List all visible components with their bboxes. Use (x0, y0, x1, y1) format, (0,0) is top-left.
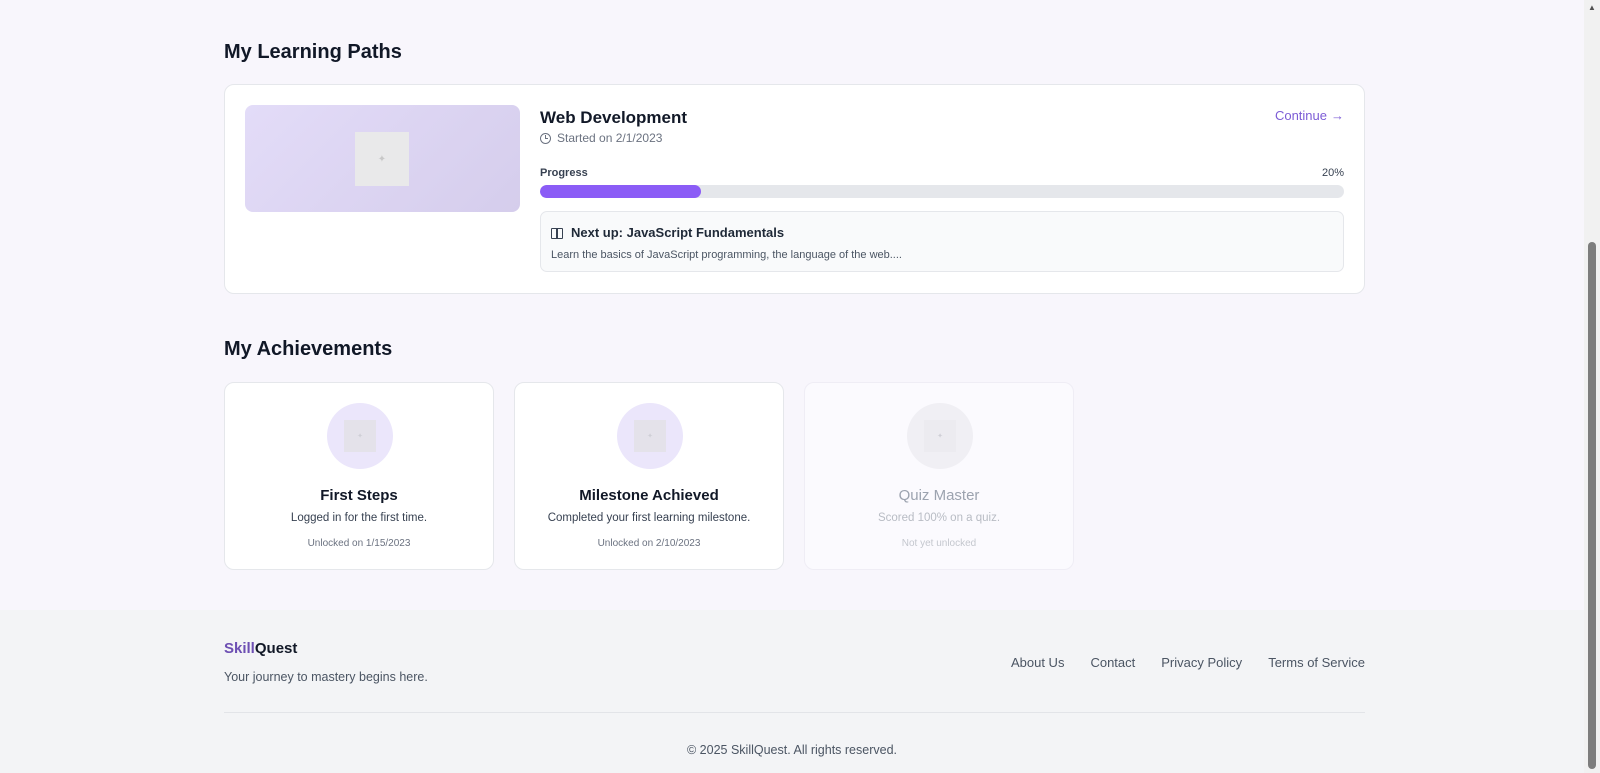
achievement-description: Scored 100% on a quiz. (877, 512, 1001, 524)
achievement-description: Completed your first learning milestone. (547, 512, 751, 524)
achievement-badge: ✦ (907, 403, 973, 469)
path-started-date: Started on 2/1/2023 (540, 131, 662, 145)
progress-label: Progress (540, 167, 588, 179)
next-up-title: Next up: JavaScript Fundamentals (571, 225, 785, 240)
learning-path-card: ✦ Web Development Started on 2/1/2023 Co… (224, 84, 1365, 294)
achievement-card-first-steps[interactable]: ✦ First Steps Logged in for the first ti… (224, 382, 494, 570)
scroll-up-arrow-icon[interactable]: ▲ (1584, 0, 1600, 14)
footer-link-about-us[interactable]: About Us (1011, 655, 1064, 670)
progress-bar-fill (540, 185, 701, 198)
achievement-status: Unlocked on 1/15/2023 (307, 538, 411, 549)
brand-part-quest: Quest (254, 640, 298, 657)
path-thumbnail[interactable]: ✦ (245, 105, 520, 212)
next-up-description: Learn the basics of JavaScript programmi… (551, 249, 902, 261)
scrollbar-thumb[interactable] (1588, 242, 1596, 769)
next-up-heading: Next up: JavaScript Fundamentals (551, 225, 784, 240)
scrollbar[interactable]: ▲ (1584, 0, 1600, 773)
progress-value: 20% (1321, 167, 1344, 179)
continue-label: Continue (1274, 108, 1327, 123)
achievement-status: Unlocked on 2/10/2023 (597, 538, 701, 549)
footer-links: About Us Contact Privacy Policy Terms of… (1011, 655, 1365, 670)
footer-copyright: © 2025 SkillQuest. All rights reserved. (687, 743, 897, 757)
next-up-box[interactable]: Next up: JavaScript Fundamentals Learn t… (540, 211, 1344, 272)
achievement-status: Not yet unlocked (901, 538, 977, 549)
brand-part-skill: Skill (224, 640, 255, 657)
badge-image-icon: ✦ (344, 420, 376, 452)
footer: SkillQuest Your journey to mastery begin… (0, 610, 1584, 773)
achievement-card-quiz-master[interactable]: ✦ Quiz Master Scored 100% on a quiz. Not… (804, 382, 1074, 570)
progress-bar (540, 185, 1344, 198)
achievement-description: Logged in for the first time. (290, 512, 428, 524)
achievements-title: My Achievements (224, 338, 393, 360)
achievement-card-milestone[interactable]: ✦ Milestone Achieved Completed your firs… (514, 382, 784, 570)
continue-button[interactable]: Continue → (1275, 108, 1344, 123)
learning-paths-title: My Learning Paths (224, 41, 402, 63)
footer-link-privacy-policy[interactable]: Privacy Policy (1161, 655, 1242, 670)
achievement-title: Quiz Master (898, 487, 980, 504)
achievement-badge: ✦ (327, 403, 393, 469)
footer-link-terms-of-service[interactable]: Terms of Service (1268, 655, 1365, 670)
clock-icon (540, 132, 551, 144)
achievement-badge: ✦ (617, 403, 683, 469)
badge-image-icon: ✦ (924, 420, 956, 452)
footer-link-contact[interactable]: Contact (1090, 655, 1135, 670)
image-placeholder-icon: ✦ (355, 132, 409, 186)
achievement-title: First Steps (320, 487, 398, 504)
arrow-right-icon: → (1331, 108, 1344, 123)
footer-divider (224, 712, 1365, 713)
book-open-icon (551, 227, 563, 239)
path-started-text: Started on 2/1/2023 (557, 131, 663, 145)
footer-tagline: Your journey to mastery begins here. (224, 670, 428, 684)
badge-image-icon: ✦ (634, 420, 666, 452)
footer-brand-logo[interactable]: SkillQuest (224, 640, 297, 657)
path-title: Web Development (540, 108, 688, 127)
page: My Learning Paths ✦ Web Development Star… (0, 0, 1584, 773)
achievement-title: Milestone Achieved (579, 487, 719, 504)
